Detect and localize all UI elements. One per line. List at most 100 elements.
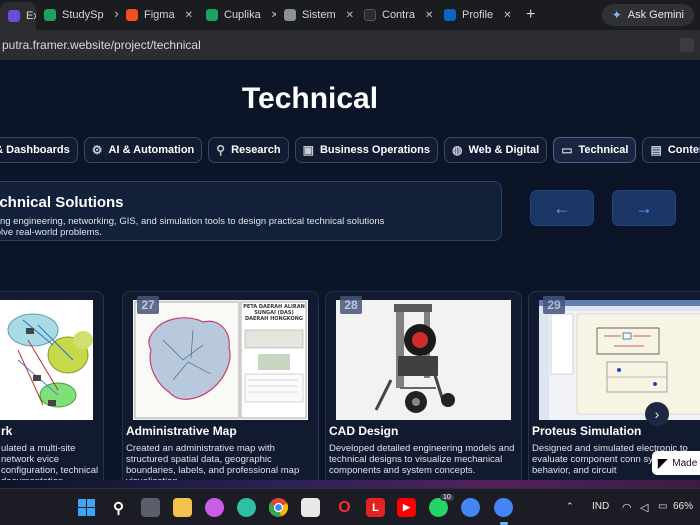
tab-label: Ex xyxy=(26,10,36,22)
card-title: CAD Design xyxy=(329,424,399,438)
tab-content[interactable]: ▤ Content xyxy=(642,137,700,163)
card-title: Administrative Map xyxy=(126,424,237,438)
browser-tab-strip: Ex StudySp ✕ Figma ✕ Cuplika ✕ Sistem ✕ … xyxy=(0,0,700,30)
edge-icon[interactable] xyxy=(237,498,256,517)
solutions-desc-line: lying engineering, networking, GIS, and … xyxy=(0,216,385,227)
tab-business-operations[interactable]: ▣ Business Operations xyxy=(294,137,438,163)
tab-label: Profile xyxy=(462,9,494,21)
administrative-map-image: PETA DAERAH ALIRAN SUNGAI (DAS) DAERAH H… xyxy=(133,300,308,420)
badge-label: Made xyxy=(672,457,698,469)
tab-label: a & Dashboards xyxy=(0,144,70,156)
volume-icon[interactable]: ◁ xyxy=(640,501,648,514)
tab-profile[interactable]: Profile ✕ xyxy=(436,3,516,27)
crown-icon xyxy=(284,9,296,21)
url-text[interactable]: putra.framer.website/project/technical xyxy=(0,38,201,52)
card-title: rk xyxy=(1,424,13,438)
chrome-profile-icon[interactable] xyxy=(494,498,513,517)
card-description: Developed detailed engineering models an… xyxy=(329,443,515,476)
card-number-badge: 27 xyxy=(137,296,159,314)
tab-figma[interactable]: Figma ✕ xyxy=(118,3,198,27)
task-view-icon[interactable] xyxy=(141,498,160,517)
tab-web-digital[interactable]: ◍ Web & Digital xyxy=(444,137,548,163)
windows-start-icon[interactable] xyxy=(77,498,96,517)
tab-label: Content xyxy=(667,144,700,156)
tab-research[interactable]: ⚲ Research xyxy=(208,137,289,163)
close-icon[interactable]: ✕ xyxy=(503,10,511,21)
cad-svg xyxy=(374,304,455,413)
language-indicator[interactable]: IND xyxy=(592,501,609,512)
ask-gemini-button[interactable]: ✦ Ask Gemini xyxy=(601,4,694,26)
search-icon: ⚲ xyxy=(216,143,226,157)
carousel-next-button[interactable]: › xyxy=(645,402,669,426)
close-icon[interactable]: ✕ xyxy=(425,10,433,21)
decorative-gradient xyxy=(0,480,700,488)
gear-icon: ⚙ xyxy=(91,143,103,157)
project-card[interactable]: rk ulated a multi-site network evice con… xyxy=(0,291,104,488)
solutions-description: lying engineering, networking, GIS, and … xyxy=(0,216,391,238)
tab-label: Research xyxy=(231,144,281,156)
network-diagram-svg xyxy=(7,313,93,408)
solutions-panel: echnical Solutions lying engineering, ne… xyxy=(0,181,502,241)
made-in-framer-badge[interactable]: ◤ Made xyxy=(652,451,700,475)
notification-badge: 10 xyxy=(440,494,454,501)
tab-label: Business Operations xyxy=(319,144,430,156)
map-header-text: PETA DAERAH ALIRAN SUNGAI (DAS) DAERAH H… xyxy=(243,304,305,322)
monitor-icon: ▭ xyxy=(561,143,573,157)
tab-active[interactable]: Ex xyxy=(0,2,36,30)
figma-icon xyxy=(126,9,138,21)
chrome-profile-icon[interactable] xyxy=(461,498,480,517)
card-number-badge: 29 xyxy=(543,296,565,314)
tab-label: StudySp xyxy=(62,9,104,21)
close-icon[interactable]: ✕ xyxy=(346,10,354,21)
project-card[interactable]: 28 CAD Design Developed detailed enginee… xyxy=(325,291,522,488)
tab-cuplika[interactable]: Cuplika ✕ xyxy=(198,3,276,27)
l-app-icon[interactable]: L xyxy=(366,498,385,517)
project-card[interactable]: PETA DAERAH ALIRAN SUNGAI (DAS) DAERAH H… xyxy=(122,291,319,488)
prev-arrow-button[interactable]: ← xyxy=(530,190,594,226)
file-explorer-icon[interactable] xyxy=(173,498,192,517)
drive-icon xyxy=(206,9,218,21)
copilot-icon[interactable] xyxy=(205,498,224,517)
tab-dashboards[interactable]: a & Dashboards xyxy=(0,137,78,163)
battery-percent: 66% xyxy=(673,501,694,512)
screen: Ex StudySp ✕ Figma ✕ Cuplika ✕ Sistem ✕ … xyxy=(0,0,700,525)
store-icon[interactable] xyxy=(301,498,320,517)
taskbar: ⚲ O L ▶ 10 IND ◠ ◁ ▭ 66% ⌃ xyxy=(0,488,700,525)
tab-label: Cuplika xyxy=(224,9,261,21)
next-arrow-button[interactable]: → xyxy=(612,190,676,226)
tab-label: Technical xyxy=(578,144,629,156)
briefcase-icon: ▣ xyxy=(302,143,314,157)
wifi-icon[interactable]: ◠ xyxy=(622,501,632,514)
tab-favicon xyxy=(8,10,20,22)
solutions-desc-line: solve real-world problems. xyxy=(0,227,102,238)
tab-studysp[interactable]: StudySp ✕ xyxy=(36,3,118,27)
battery-icon[interactable]: ▭ xyxy=(658,501,667,512)
tab-label: Figma xyxy=(144,9,175,21)
youtube-icon[interactable]: ▶ xyxy=(397,498,416,517)
gemini-label: Ask Gemini xyxy=(627,9,684,21)
tab-ai-automation[interactable]: ⚙ AI & Automation xyxy=(83,137,203,163)
card-number-badge: 28 xyxy=(340,296,362,314)
tab-technical[interactable]: ▭ Technical xyxy=(553,137,637,163)
drive-icon xyxy=(44,9,56,21)
proteus-svg xyxy=(539,300,700,420)
search-icon[interactable]: ⚲ xyxy=(109,498,128,517)
document-icon: ▤ xyxy=(650,143,662,157)
opera-icon[interactable]: O xyxy=(335,498,354,517)
chevron-up-icon[interactable]: ⌃ xyxy=(566,501,574,512)
web-page: Technical a & Dashboards ⚙ AI & Automati… xyxy=(0,60,700,488)
close-icon[interactable]: ✕ xyxy=(185,10,193,21)
globe-icon: ◍ xyxy=(452,143,463,157)
tab-contra[interactable]: Contra ✕ xyxy=(356,3,436,27)
tab-sistem[interactable]: Sistem ✕ xyxy=(276,3,356,27)
extension-icon[interactable] xyxy=(680,38,694,52)
new-tab-button[interactable]: + xyxy=(526,6,535,24)
contra-icon xyxy=(364,9,376,21)
gemini-icon: ✦ xyxy=(611,8,622,22)
page-title: Technical xyxy=(241,82,379,115)
network-diagram-image xyxy=(0,300,93,420)
cad-design-image xyxy=(336,300,511,420)
category-tabs: a & Dashboards ⚙ AI & Automation ⚲ Resea… xyxy=(0,137,700,163)
address-bar[interactable]: putra.framer.website/project/technical xyxy=(0,30,700,60)
chrome-icon[interactable] xyxy=(269,498,288,517)
